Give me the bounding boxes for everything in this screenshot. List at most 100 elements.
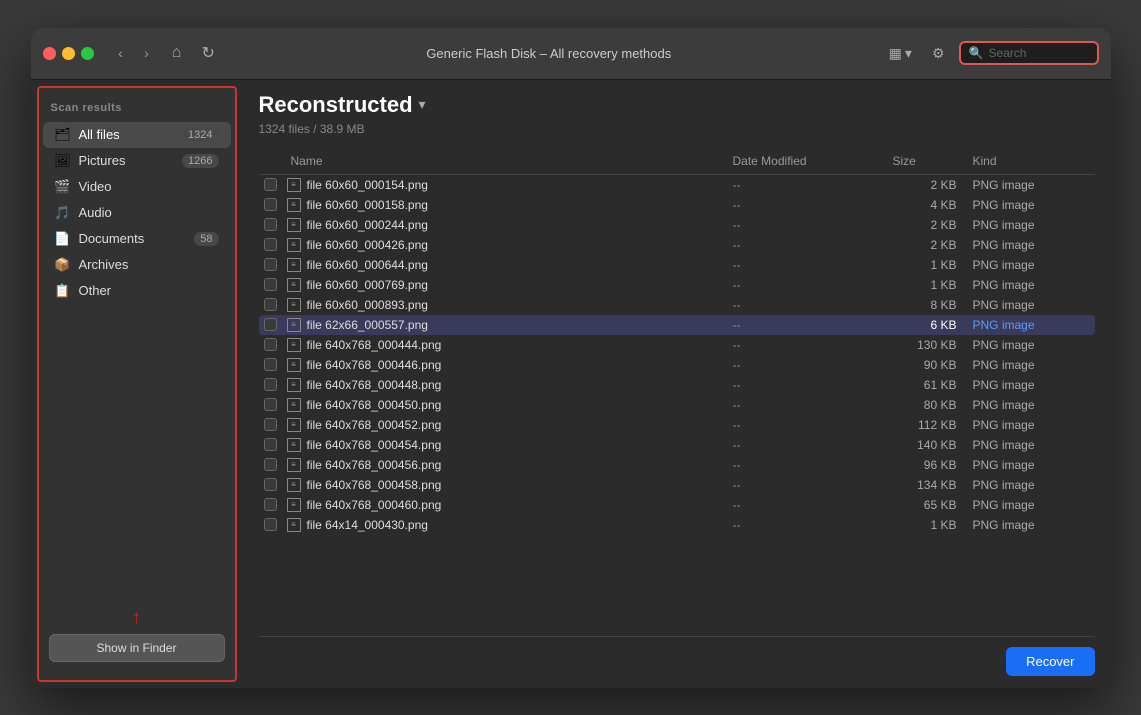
- window-title: Generic Flash Disk – All recovery method…: [223, 46, 875, 61]
- show-in-finder-button[interactable]: Show in Finder: [49, 634, 225, 662]
- table-row[interactable]: ≡ file 640x768_000446.png -- 90 KB PNG i…: [259, 355, 1095, 375]
- row-filename-9: file 640x768_000446.png: [307, 358, 442, 372]
- close-button[interactable]: [43, 47, 56, 60]
- row-kind-15: PNG image: [965, 478, 1095, 492]
- sidebar-label-pictures: Pictures: [79, 153, 175, 168]
- checkbox-6[interactable]: [264, 298, 277, 311]
- table-row[interactable]: ≡ file 64x14_000430.png -- 1 KB PNG imag…: [259, 515, 1095, 535]
- row-checkbox-1[interactable]: [259, 198, 283, 211]
- row-checkbox-2[interactable]: [259, 218, 283, 231]
- row-checkbox-13[interactable]: [259, 438, 283, 451]
- home-button[interactable]: ⌂: [166, 42, 188, 64]
- checkbox-9[interactable]: [264, 358, 277, 371]
- table-row[interactable]: ≡ file 640x768_000454.png -- 140 KB PNG …: [259, 435, 1095, 455]
- checkbox-0[interactable]: [264, 178, 277, 191]
- row-checkbox-14[interactable]: [259, 458, 283, 471]
- back-button[interactable]: ‹: [110, 42, 132, 64]
- view-button[interactable]: ▦ ▾: [883, 41, 918, 66]
- row-kind-0: PNG image: [965, 178, 1095, 192]
- table-row[interactable]: ≡ file 60x60_000244.png -- 2 KB PNG imag…: [259, 215, 1095, 235]
- row-name-2: ≡ file 60x60_000244.png: [283, 218, 725, 232]
- sidebar-item-other[interactable]: 📋 Other: [43, 278, 231, 304]
- checkbox-10[interactable]: [264, 378, 277, 391]
- table-row[interactable]: ≡ file 640x768_000460.png -- 65 KB PNG i…: [259, 495, 1095, 515]
- documents-icon: 📄: [55, 231, 71, 247]
- table-row[interactable]: ≡ file 60x60_000158.png -- 4 KB PNG imag…: [259, 195, 1095, 215]
- table-row[interactable]: ≡ file 640x768_000448.png -- 61 KB PNG i…: [259, 375, 1095, 395]
- row-checkbox-5[interactable]: [259, 278, 283, 291]
- checkbox-1[interactable]: [264, 198, 277, 211]
- row-checkbox-9[interactable]: [259, 358, 283, 371]
- row-size-8: 130 KB: [885, 338, 965, 352]
- row-checkbox-7[interactable]: [259, 318, 283, 331]
- row-name-9: ≡ file 640x768_000446.png: [283, 358, 725, 372]
- row-date-9: --: [725, 358, 885, 372]
- col-name[interactable]: Name: [283, 154, 725, 168]
- table-row[interactable]: ≡ file 60x60_000893.png -- 8 KB PNG imag…: [259, 295, 1095, 315]
- checkbox-2[interactable]: [264, 218, 277, 231]
- checkbox-7[interactable]: [264, 318, 277, 331]
- row-checkbox-15[interactable]: [259, 478, 283, 491]
- sidebar-item-pictures[interactable]: 🖼 Pictures 1266: [43, 148, 231, 174]
- sidebar-item-video[interactable]: 🎬 Video: [43, 174, 231, 200]
- recover-button[interactable]: Recover: [1006, 647, 1094, 676]
- sidebar-item-all-files[interactable]: 🗂 All files 1324: [43, 122, 231, 148]
- col-date: Date Modified: [725, 154, 885, 168]
- forward-button[interactable]: ›: [136, 42, 158, 64]
- sidebar-item-audio[interactable]: 🎵 Audio: [43, 200, 231, 226]
- row-size-15: 134 KB: [885, 478, 965, 492]
- row-kind-11: PNG image: [965, 398, 1095, 412]
- row-filename-14: file 640x768_000456.png: [307, 458, 442, 472]
- table-row[interactable]: ≡ file 640x768_000458.png -- 134 KB PNG …: [259, 475, 1095, 495]
- title-dropdown-icon[interactable]: ▾: [419, 96, 426, 113]
- checkbox-15[interactable]: [264, 478, 277, 491]
- row-kind-17: PNG image: [965, 518, 1095, 532]
- checkbox-14[interactable]: [264, 458, 277, 471]
- row-name-6: ≡ file 60x60_000893.png: [283, 298, 725, 312]
- row-checkbox-0[interactable]: [259, 178, 283, 191]
- file-table: Name Date Modified Size Kind ≡ file 60x6…: [259, 148, 1095, 632]
- row-checkbox-4[interactable]: [259, 258, 283, 271]
- row-kind-16: PNG image: [965, 498, 1095, 512]
- table-row[interactable]: ≡ file 640x768_000450.png -- 80 KB PNG i…: [259, 395, 1095, 415]
- table-row[interactable]: ≡ file 640x768_000444.png -- 130 KB PNG …: [259, 335, 1095, 355]
- checkbox-11[interactable]: [264, 398, 277, 411]
- row-checkbox-10[interactable]: [259, 378, 283, 391]
- search-box[interactable]: 🔍: [959, 41, 1099, 65]
- checkbox-8[interactable]: [264, 338, 277, 351]
- checkbox-16[interactable]: [264, 498, 277, 511]
- row-checkbox-17[interactable]: [259, 518, 283, 531]
- row-name-12: ≡ file 640x768_000452.png: [283, 418, 725, 432]
- row-checkbox-6[interactable]: [259, 298, 283, 311]
- maximize-button[interactable]: [81, 47, 94, 60]
- sidebar-item-documents[interactable]: 📄 Documents 58: [43, 226, 231, 252]
- table-row[interactable]: ≡ file 60x60_000154.png -- 2 KB PNG imag…: [259, 175, 1095, 195]
- table-row[interactable]: ≡ file 62x66_000557.png -- 6 KB PNG imag…: [259, 315, 1095, 335]
- titlebar: ‹ › ⌂ ↻ Generic Flash Disk – All recover…: [31, 28, 1111, 80]
- table-row[interactable]: ≡ file 60x60_000644.png -- 1 KB PNG imag…: [259, 255, 1095, 275]
- checkbox-12[interactable]: [264, 418, 277, 431]
- checkbox-17[interactable]: [264, 518, 277, 531]
- app-window: ‹ › ⌂ ↻ Generic Flash Disk – All recover…: [31, 28, 1111, 688]
- row-checkbox-11[interactable]: [259, 398, 283, 411]
- row-checkbox-16[interactable]: [259, 498, 283, 511]
- table-row[interactable]: ≡ file 640x768_000456.png -- 96 KB PNG i…: [259, 455, 1095, 475]
- checkbox-3[interactable]: [264, 238, 277, 251]
- sidebar-item-archives[interactable]: 📦 Archives: [43, 252, 231, 278]
- minimize-button[interactable]: [62, 47, 75, 60]
- table-row[interactable]: ≡ file 60x60_000426.png -- 2 KB PNG imag…: [259, 235, 1095, 255]
- checkbox-4[interactable]: [264, 258, 277, 271]
- row-checkbox-3[interactable]: [259, 238, 283, 251]
- checkbox-13[interactable]: [264, 438, 277, 451]
- row-kind-5: PNG image: [965, 278, 1095, 292]
- file-icon-0: ≡: [287, 178, 301, 192]
- table-row[interactable]: ≡ file 640x768_000452.png -- 112 KB PNG …: [259, 415, 1095, 435]
- checkbox-5[interactable]: [264, 278, 277, 291]
- table-row[interactable]: ≡ file 60x60_000769.png -- 1 KB PNG imag…: [259, 275, 1095, 295]
- filter-button[interactable]: ⚙: [926, 41, 951, 66]
- search-input[interactable]: [988, 46, 1088, 60]
- row-filename-1: file 60x60_000158.png: [307, 198, 428, 212]
- row-checkbox-8[interactable]: [259, 338, 283, 351]
- row-date-1: --: [725, 198, 885, 212]
- row-checkbox-12[interactable]: [259, 418, 283, 431]
